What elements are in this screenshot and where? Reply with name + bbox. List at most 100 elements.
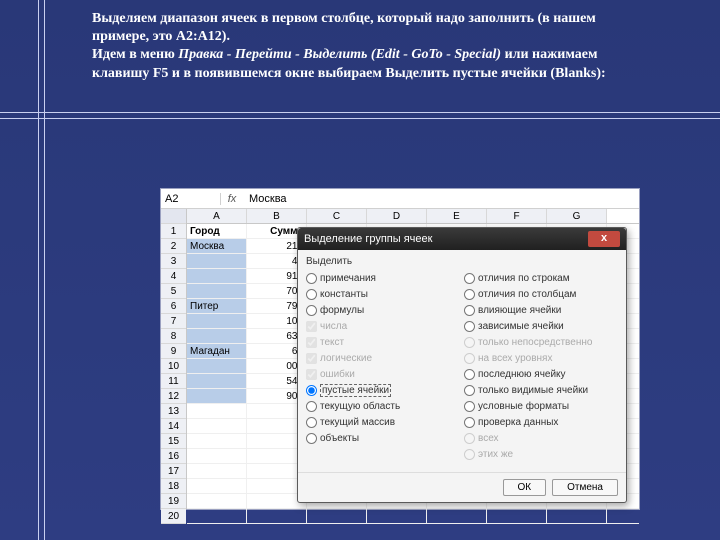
opt-precedents[interactable]: влияющие ячейки	[464, 302, 618, 318]
cell[interactable]	[187, 269, 247, 283]
row-header[interactable]: 6	[161, 299, 186, 314]
radio-input[interactable]	[306, 417, 317, 428]
cancel-button[interactable]: Отмена	[552, 479, 618, 496]
cell[interactable]	[187, 314, 247, 328]
cell[interactable]	[187, 449, 247, 463]
cell[interactable]	[187, 464, 247, 478]
corner-cell[interactable]	[161, 209, 186, 224]
radio-input[interactable]	[464, 385, 475, 396]
cell[interactable]	[187, 374, 247, 388]
opt-constants[interactable]: константы	[306, 286, 460, 302]
row-header[interactable]: 17	[161, 464, 186, 479]
col-header[interactable]: A	[187, 209, 247, 223]
row-header[interactable]: 19	[161, 494, 186, 509]
cell[interactable]: Питер	[187, 299, 247, 313]
radio-input[interactable]	[464, 369, 475, 380]
opt-last-cell[interactable]: последнюю ячейку	[464, 366, 618, 382]
row-header[interactable]: 16	[161, 449, 186, 464]
cell[interactable]	[187, 479, 247, 493]
spreadsheet-grid: 1 2 3 4 5 6 7 8 9 10 11 12 13 14 15 16 1…	[161, 209, 639, 509]
cell[interactable]	[307, 509, 367, 523]
row-header[interactable]: 2	[161, 239, 186, 254]
cell[interactable]: Магадан	[187, 344, 247, 358]
cell[interactable]	[187, 329, 247, 343]
radio-input[interactable]	[306, 433, 317, 444]
opt-label: текст	[320, 337, 344, 348]
col-header[interactable]: E	[427, 209, 487, 223]
radio-input[interactable]	[306, 305, 317, 316]
cell[interactable]	[247, 509, 307, 523]
cell[interactable]	[547, 509, 607, 523]
opt-label: пустые ячейки	[320, 384, 391, 397]
cell[interactable]	[187, 284, 247, 298]
instruction-text: Выделяем диапазон ячеек в первом столбце…	[92, 10, 652, 83]
radio-input[interactable]	[464, 417, 475, 428]
opt-text: текст	[306, 334, 460, 350]
opt-visible-only[interactable]: только видимые ячейки	[464, 382, 618, 398]
cell[interactable]	[187, 419, 247, 433]
opt-comments[interactable]: примечания	[306, 270, 460, 286]
radio-input[interactable]	[306, 289, 317, 300]
cell[interactable]	[187, 434, 247, 448]
row-header[interactable]: 10	[161, 359, 186, 374]
opt-same: этих же	[464, 446, 618, 462]
row-header[interactable]: 14	[161, 419, 186, 434]
row-header[interactable]: 3	[161, 254, 186, 269]
radio-input[interactable]	[306, 385, 317, 396]
row-header[interactable]: 11	[161, 374, 186, 389]
opt-label: этих же	[478, 449, 513, 460]
cell[interactable]	[187, 254, 247, 268]
opt-dependents[interactable]: зависимые ячейки	[464, 318, 618, 334]
row-header[interactable]: 7	[161, 314, 186, 329]
cell[interactable]	[187, 404, 247, 418]
radio-input[interactable]	[306, 273, 317, 284]
opt-current-region[interactable]: текущую область	[306, 398, 460, 414]
radio-input[interactable]	[306, 401, 317, 412]
radio-input[interactable]	[464, 273, 475, 284]
row-header[interactable]: 15	[161, 434, 186, 449]
col-header[interactable]: D	[367, 209, 427, 223]
cell[interactable]: Город	[187, 224, 247, 238]
dialog-titlebar[interactable]: Выделение группы ячеек x	[298, 228, 626, 250]
cell[interactable]	[367, 509, 427, 523]
opt-col-diff[interactable]: отличия по столбцам	[464, 286, 618, 302]
row-header[interactable]: 12	[161, 389, 186, 404]
cell[interactable]	[427, 509, 487, 523]
radio-input[interactable]	[464, 401, 475, 412]
opt-objects[interactable]: объекты	[306, 430, 460, 446]
row-header[interactable]: 18	[161, 479, 186, 494]
radio-input[interactable]	[464, 321, 475, 332]
row-header[interactable]: 13	[161, 404, 186, 419]
opt-cond-formats[interactable]: условные форматы	[464, 398, 618, 414]
cell[interactable]	[187, 359, 247, 373]
opt-formulas[interactable]: формулы	[306, 302, 460, 318]
close-button[interactable]: x	[588, 231, 620, 247]
opt-current-array[interactable]: текущий массив	[306, 414, 460, 430]
row-header[interactable]: 5	[161, 284, 186, 299]
opt-row-diff[interactable]: отличия по строкам	[464, 270, 618, 286]
name-box[interactable]: A2	[161, 193, 221, 205]
ok-button[interactable]: ОК	[503, 479, 547, 496]
radio-input[interactable]	[464, 289, 475, 300]
row-header[interactable]: 4	[161, 269, 186, 284]
cell[interactable]: Москва	[187, 239, 247, 253]
col-header[interactable]: C	[307, 209, 367, 223]
radio-input[interactable]	[464, 305, 475, 316]
col-header[interactable]: G	[547, 209, 607, 223]
instr-p1: Выделяем диапазон ячеек в первом столбце…	[92, 11, 596, 44]
row-header[interactable]: 20	[161, 509, 186, 524]
cell[interactable]	[187, 389, 247, 403]
row-header[interactable]: 8	[161, 329, 186, 344]
opt-blanks[interactable]: пустые ячейки	[306, 382, 460, 398]
col-header[interactable]: B	[247, 209, 307, 223]
check-input	[306, 321, 317, 332]
cell[interactable]	[187, 509, 247, 523]
row-header[interactable]: 1	[161, 224, 186, 239]
opt-data-validation[interactable]: проверка данных	[464, 414, 618, 430]
cell[interactable]	[487, 509, 547, 523]
row-header[interactable]: 9	[161, 344, 186, 359]
formula-value[interactable]: Москва	[243, 193, 293, 205]
col-header[interactable]: F	[487, 209, 547, 223]
cell[interactable]	[187, 494, 247, 508]
fx-icon[interactable]: fx	[221, 193, 243, 205]
